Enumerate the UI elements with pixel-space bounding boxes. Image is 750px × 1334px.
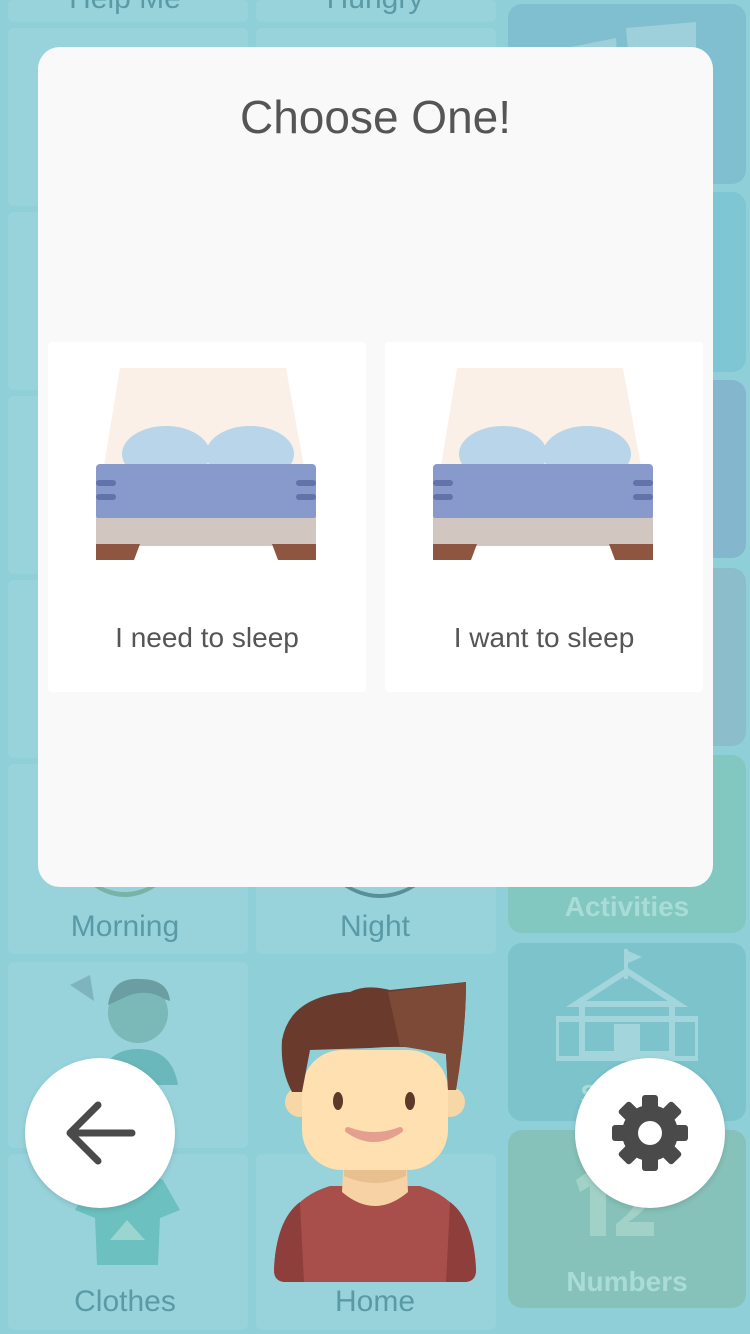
bed-icon — [96, 368, 316, 560]
grid-tile-label: Home — [334, 1285, 416, 1318]
category-label: Activities — [564, 891, 690, 922]
grid-tile-label: Clothes — [74, 1285, 176, 1318]
grid-tile-label: Morning — [70, 910, 180, 943]
dialog-title: Choose One! — [239, 91, 512, 143]
grid-tile-label: Night — [339, 910, 411, 943]
choice-card-need-to-sleep[interactable]: I need to sleep — [48, 342, 366, 692]
school-icon — [556, 949, 698, 1061]
avatar[interactable] — [270, 980, 480, 1285]
category-label: Numbers — [566, 1266, 688, 1297]
choice-label: I need to sleep — [115, 622, 299, 653]
choose-one-dialog: Choose One! I need to sleep I want to sl… — [38, 47, 713, 887]
grid-tile-label: Help Me — [0, 0, 250, 16]
gear-icon — [612, 1095, 688, 1171]
settings-button[interactable] — [575, 1058, 725, 1208]
grid-tile-label: Hungry — [250, 0, 500, 16]
choice-card-want-to-sleep[interactable]: I want to sleep — [385, 342, 703, 692]
choice-label: I want to sleep — [453, 622, 635, 653]
bed-icon — [433, 368, 653, 560]
arrow-left-icon — [66, 1101, 136, 1165]
back-button[interactable] — [25, 1058, 175, 1208]
